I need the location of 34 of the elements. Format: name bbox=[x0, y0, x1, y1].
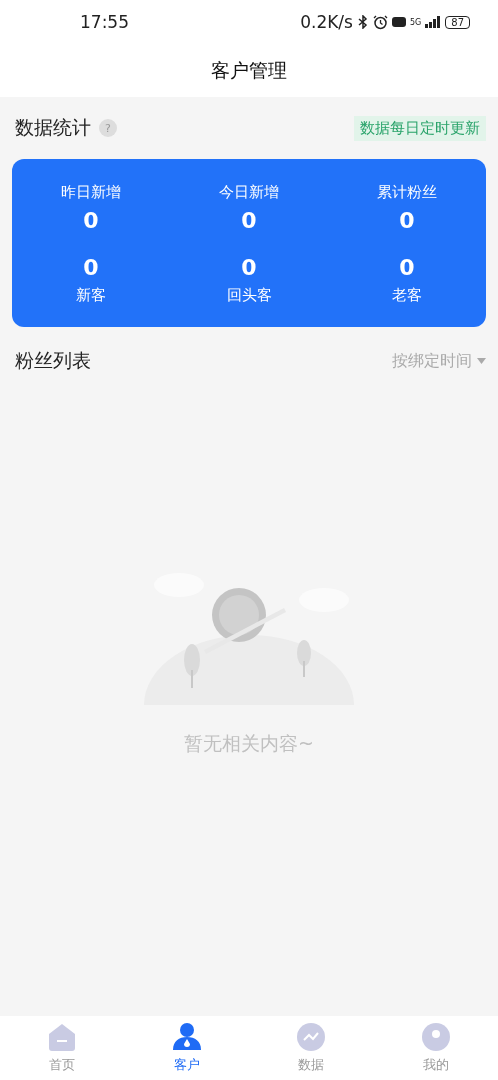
caret-icon bbox=[477, 358, 486, 364]
stat-value: 0 bbox=[241, 208, 257, 233]
network-type: 5G bbox=[409, 17, 422, 27]
battery-level: 87 bbox=[445, 15, 470, 29]
stat-value: 0 bbox=[399, 208, 415, 233]
stat-value: 0 bbox=[83, 255, 99, 280]
tab-bar-item[interactable]: 我的 bbox=[373, 1016, 498, 1080]
page-title: 客户管理 bbox=[211, 57, 287, 83]
user-icon bbox=[171, 1022, 202, 1052]
stat-label: 老客 bbox=[392, 286, 422, 305]
network-speed: 0.2K/s bbox=[300, 12, 353, 32]
trend-icon bbox=[296, 1022, 327, 1052]
stat-value: 0 bbox=[241, 255, 257, 280]
section-title: 粉丝列表 bbox=[15, 348, 91, 373]
profile-icon bbox=[420, 1022, 451, 1052]
stat-label: 新客 bbox=[76, 286, 106, 305]
bluetooth-icon bbox=[356, 15, 369, 29]
stat-label: 累计粉丝 bbox=[377, 183, 437, 202]
tab-bar-item[interactable]: 客户 bbox=[124, 1016, 249, 1080]
help-icon[interactable]: ? bbox=[99, 119, 117, 137]
house-icon bbox=[47, 1022, 78, 1052]
section-title: 数据统计 bbox=[15, 115, 91, 140]
stat-label: 回头客 bbox=[226, 286, 272, 305]
stat-value: 0 bbox=[399, 255, 415, 280]
tab-bar-item[interactable]: 数据 bbox=[249, 1016, 374, 1080]
update-notice: 数据每日定时更新 bbox=[354, 115, 486, 141]
stat-value: 0 bbox=[83, 208, 99, 233]
status-time: 17:55 bbox=[80, 12, 129, 32]
signal-icon bbox=[425, 16, 442, 28]
tab-bar-item[interactable]: 首页 bbox=[0, 1016, 125, 1080]
stat-label: 今日新增 bbox=[219, 183, 279, 202]
sort-dropdown[interactable]: 按绑定时间 bbox=[392, 350, 486, 372]
alarm-icon bbox=[372, 14, 388, 30]
stat-label: 昨日新增 bbox=[61, 183, 121, 202]
